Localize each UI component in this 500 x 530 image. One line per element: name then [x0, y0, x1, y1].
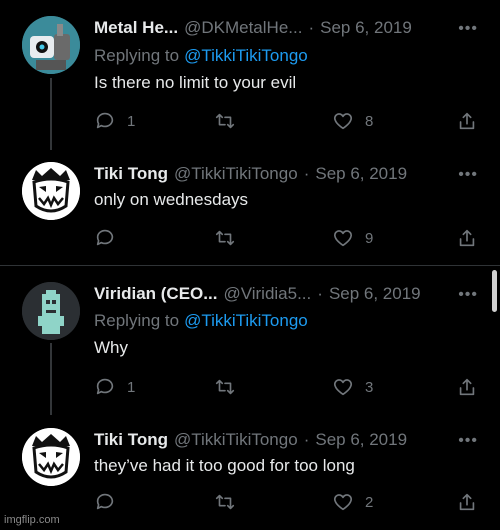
tweet-text: Why: [94, 338, 128, 357]
heart-icon: [333, 379, 353, 396]
replying-to-mention[interactable]: @TikkiTikiTongo: [184, 311, 308, 330]
retweet-button[interactable]: [214, 491, 247, 513]
avatar[interactable]: [22, 162, 80, 220]
retweet-button[interactable]: [214, 227, 247, 249]
tweet-actions: 1 3: [94, 376, 480, 400]
share-icon: [459, 378, 475, 396]
tweet-actions: 1 8: [94, 110, 480, 134]
tweet-text: Is there no limit to your evil: [94, 73, 297, 92]
tweet[interactable]: Viridian (CEO... @Viridia5... · Sep 6, 2…: [0, 282, 500, 412]
like-count: 8: [365, 112, 374, 130]
like-button[interactable]: 8: [332, 110, 373, 132]
reply-button[interactable]: [94, 227, 127, 249]
avatar[interactable]: [22, 16, 80, 74]
replying-to: Replying to @TikkiTikiTongo: [94, 46, 308, 66]
tweet-header: Tiki Tong @TikkiTikiTongo · Sep 6, 2019: [94, 162, 480, 186]
tweet-header: Viridian (CEO... @Viridia5... · Sep 6, 2…: [94, 282, 480, 306]
tweet[interactable]: Tiki Tong @TikkiTikiTongo · Sep 6, 2019 …: [0, 162, 500, 252]
retweet-icon: [215, 113, 235, 129]
pixel-character-avatar-icon: [22, 282, 80, 340]
display-name[interactable]: Viridian (CEO...: [94, 284, 217, 304]
tweet-date[interactable]: Sep 6, 2019: [315, 430, 407, 450]
heart-icon: [333, 230, 353, 247]
display-name[interactable]: Tiki Tong: [94, 164, 168, 184]
user-handle[interactable]: @Viridia5...: [223, 284, 311, 304]
user-handle[interactable]: @DKMetalHe...: [184, 18, 302, 38]
share-icon: [459, 112, 475, 130]
avatar[interactable]: [22, 428, 80, 486]
timeline: Metal He... @DKMetalHe... · Sep 6, 2019 …: [0, 0, 500, 530]
retweet-button[interactable]: [214, 110, 247, 132]
tweet-header: Tiki Tong @TikkiTikiTongo · Sep 6, 2019: [94, 428, 480, 452]
reply-button[interactable]: [94, 491, 127, 513]
retweet-icon: [215, 230, 235, 246]
reply-icon: [96, 493, 114, 510]
more-options-icon[interactable]: •••: [458, 166, 478, 184]
retweet-icon: [215, 379, 235, 395]
reply-icon: [96, 112, 114, 129]
tweet-actions: 9: [94, 227, 480, 251]
tweet[interactable]: Metal He... @DKMetalHe... · Sep 6, 2019 …: [0, 16, 500, 146]
user-handle[interactable]: @TikkiTikiTongo: [174, 430, 298, 450]
more-options-icon[interactable]: •••: [458, 432, 478, 450]
separator-dot: ·: [317, 284, 323, 303]
tweet-date[interactable]: Sep 6, 2019: [320, 18, 412, 38]
tweet-header: Metal He... @DKMetalHe... · Sep 6, 2019: [94, 16, 480, 40]
like-button[interactable]: 9: [332, 227, 373, 249]
tiki-mask-avatar-icon: [22, 162, 80, 220]
display-name[interactable]: Tiki Tong: [94, 430, 168, 450]
thread-divider: [0, 265, 500, 266]
tweet[interactable]: Tiki Tong @TikkiTikiTongo · Sep 6, 2019 …: [0, 428, 500, 520]
reply-button[interactable]: 1: [94, 110, 135, 132]
like-count: 9: [365, 229, 374, 247]
tweet-date[interactable]: Sep 6, 2019: [329, 284, 421, 304]
separator-dot: ·: [303, 430, 310, 449]
share-button[interactable]: [456, 227, 478, 249]
display-name[interactable]: Metal He...: [94, 18, 178, 38]
user-handle[interactable]: @TikkiTikiTongo: [174, 164, 298, 184]
tweet-text: they’ve had it too good for too long: [94, 456, 355, 475]
tweet-date[interactable]: Sep 6, 2019: [315, 164, 407, 184]
reply-icon: [96, 378, 114, 395]
share-button[interactable]: [456, 491, 478, 513]
like-button[interactable]: 2: [332, 491, 373, 513]
share-icon: [459, 493, 475, 511]
tweet-text: only on wednesdays: [94, 190, 249, 209]
replying-to: Replying to @TikkiTikiTongo: [94, 311, 308, 331]
robot-avatar-icon: [22, 16, 80, 74]
retweet-button[interactable]: [214, 376, 247, 398]
reply-button[interactable]: 1: [94, 376, 135, 398]
more-options-icon[interactable]: •••: [458, 286, 478, 304]
scrollbar[interactable]: [492, 270, 497, 312]
tiki-mask-avatar-icon: [22, 428, 80, 486]
like-count: 3: [365, 378, 374, 396]
more-options-icon[interactable]: •••: [458, 20, 478, 38]
avatar[interactable]: [22, 282, 80, 340]
watermark: imgflip.com: [4, 514, 60, 526]
like-button[interactable]: 3: [332, 376, 373, 398]
replying-to-prefix: Replying to: [94, 311, 180, 330]
separator-dot: ·: [303, 164, 310, 183]
separator-dot: ·: [308, 18, 315, 37]
heart-icon: [333, 113, 353, 130]
share-button[interactable]: [456, 376, 478, 398]
tweet-actions: 2: [94, 491, 480, 515]
replying-to-prefix: Replying to: [94, 46, 180, 65]
reply-icon: [96, 229, 114, 246]
heart-icon: [333, 494, 353, 511]
share-button[interactable]: [456, 110, 478, 132]
reply-count: 1: [127, 112, 136, 130]
share-icon: [459, 229, 475, 247]
like-count: 2: [365, 493, 374, 511]
retweet-icon: [215, 494, 235, 510]
replying-to-mention[interactable]: @TikkiTikiTongo: [184, 46, 308, 65]
reply-count: 1: [127, 378, 136, 396]
